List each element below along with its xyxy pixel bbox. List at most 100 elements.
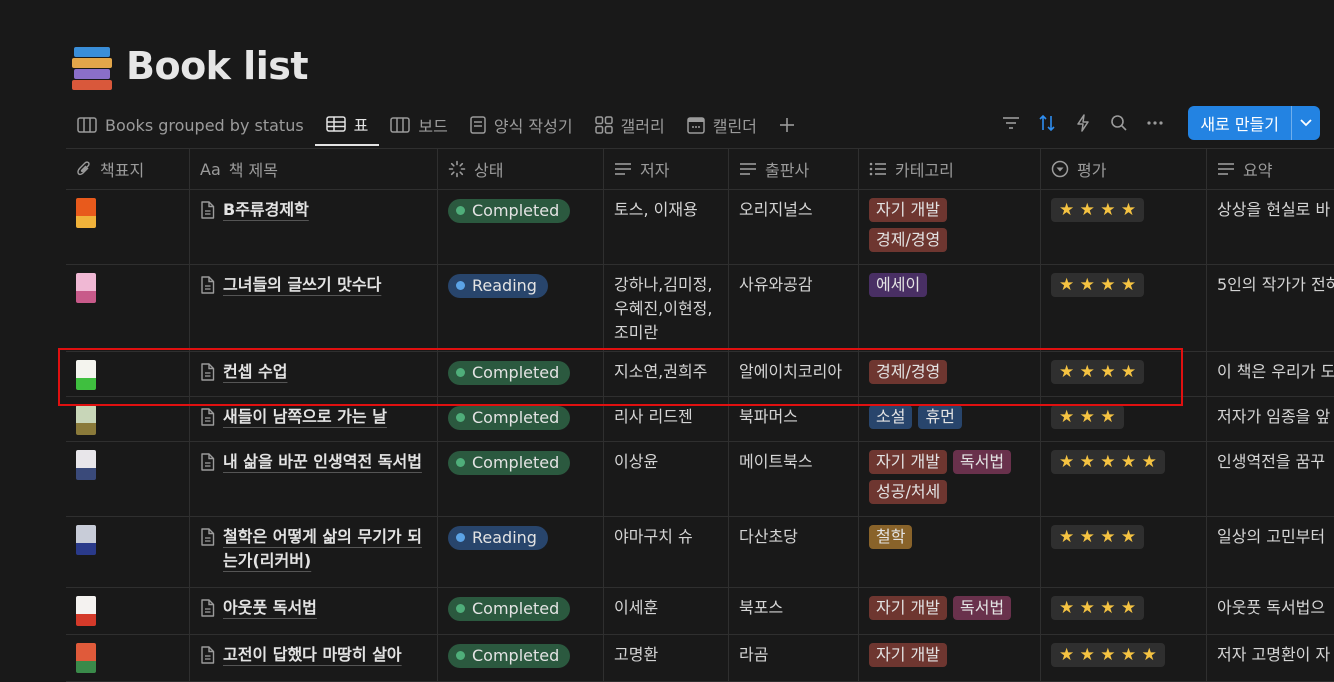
page-title[interactable]: Book list	[126, 44, 309, 88]
rating-cell[interactable]: ★ ★ ★ ★	[1041, 190, 1207, 264]
cover-cell[interactable]	[66, 265, 190, 351]
status-badge[interactable]: Completed	[448, 198, 571, 223]
category-cell[interactable]: 자기 개발 독서법 성공/처세	[859, 442, 1041, 516]
add-view-button[interactable]	[768, 104, 806, 146]
filter-button[interactable]	[1000, 112, 1022, 134]
rating-cell[interactable]: ★ ★ ★ ★	[1041, 588, 1207, 634]
title-cell[interactable]: 아웃풋 독서법	[190, 588, 438, 634]
summary-cell[interactable]: 상상을 현실로 바	[1207, 190, 1334, 264]
category-tag[interactable]: 독서법	[952, 450, 1012, 474]
category-cell[interactable]: 소설 휴먼	[859, 397, 1041, 441]
books-icon[interactable]	[70, 43, 116, 90]
cover-cell[interactable]	[66, 397, 190, 441]
cover-cell[interactable]	[66, 517, 190, 587]
author-cell[interactable]: 이상윤	[604, 442, 729, 516]
rating-cell[interactable]: ★ ★ ★ ★	[1041, 352, 1207, 396]
category-tag[interactable]: 자기 개발	[869, 596, 947, 620]
category-cell[interactable]: 에세이	[859, 265, 1041, 351]
status-cell[interactable]: Completed	[438, 442, 604, 516]
column-header-summary[interactable]: 요약	[1207, 149, 1334, 189]
book-cover-image[interactable]	[76, 405, 96, 435]
summary-cell[interactable]: 저자가 임종을 앞	[1207, 397, 1334, 441]
status-cell[interactable]: Reading	[438, 517, 604, 587]
category-tag[interactable]: 자기 개발	[869, 643, 947, 667]
tab-form[interactable]: 양식 작성기	[459, 104, 584, 146]
publisher-cell[interactable]: 오리지널스	[729, 190, 859, 264]
book-cover-image[interactable]	[76, 643, 96, 673]
sort-button[interactable]	[1036, 112, 1058, 134]
table-row[interactable]: 아웃풋 독서법 Completed 이세훈 북포스 자기 개발 독서법 ★ ★ ★…	[66, 588, 1334, 635]
book-cover-image[interactable]	[76, 360, 96, 390]
title-cell[interactable]: 철학은 어떻게 삶의 무기가 되는가(리커버)	[190, 517, 438, 587]
column-header-publisher[interactable]: 출판사	[729, 149, 859, 189]
category-tag[interactable]: 소설	[869, 405, 913, 429]
publisher-cell[interactable]: 북포스	[729, 588, 859, 634]
category-cell[interactable]: 자기 개발 경제/경영	[859, 190, 1041, 264]
cover-cell[interactable]	[66, 635, 190, 681]
author-cell[interactable]: 강하나,김미정,우혜진,이현정,조미란	[604, 265, 729, 351]
title-cell[interactable]: B주류경제학	[190, 190, 438, 264]
automation-button[interactable]	[1072, 112, 1094, 134]
rating-cell[interactable]: ★ ★ ★ ★ ★	[1041, 442, 1207, 516]
search-button[interactable]	[1108, 112, 1130, 134]
category-cell[interactable]: 자기 개발	[859, 635, 1041, 681]
status-cell[interactable]: Completed	[438, 352, 604, 396]
summary-cell[interactable]: 인생역전을 꿈꾸	[1207, 442, 1334, 516]
publisher-cell[interactable]: 다산초당	[729, 517, 859, 587]
book-cover-image[interactable]	[76, 198, 96, 228]
tab-books-grouped-by-status[interactable]: Books grouped by status	[66, 104, 315, 146]
status-badge[interactable]: Completed	[448, 450, 571, 475]
category-tag[interactable]: 경제/경영	[869, 360, 948, 384]
publisher-cell[interactable]: 북파머스	[729, 397, 859, 441]
column-header-category[interactable]: 카테고리	[859, 149, 1041, 189]
tab-calendar[interactable]: 캘린더	[676, 104, 768, 146]
status-cell[interactable]: Completed	[438, 588, 604, 634]
table-row[interactable]: 그녀들의 글쓰기 맛수다 Reading 강하나,김미정,우혜진,이현정,조미란…	[66, 265, 1334, 352]
author-cell[interactable]: 이세훈	[604, 588, 729, 634]
cover-cell[interactable]	[66, 588, 190, 634]
column-header-cover[interactable]: 책표지	[66, 149, 190, 189]
column-header-title[interactable]: Aa 책 제목	[190, 149, 438, 189]
new-page-button[interactable]: 새로 만들기	[1188, 106, 1291, 140]
rating-cell[interactable]: ★ ★ ★ ★	[1041, 265, 1207, 351]
category-cell[interactable]: 경제/경영	[859, 352, 1041, 396]
status-badge[interactable]: Reading	[448, 525, 548, 550]
category-cell[interactable]: 철학	[859, 517, 1041, 587]
summary-cell[interactable]: 저자 고명환이 자	[1207, 635, 1334, 681]
status-cell[interactable]: Completed	[438, 397, 604, 441]
status-badge[interactable]: Completed	[448, 596, 571, 621]
cover-cell[interactable]	[66, 442, 190, 516]
book-cover-image[interactable]	[76, 273, 96, 303]
status-cell[interactable]: Completed	[438, 635, 604, 681]
tab-table[interactable]: 표	[314, 104, 380, 146]
title-cell[interactable]: 그녀들의 글쓰기 맛수다	[190, 265, 438, 351]
tab-gallery[interactable]: 갤러리	[584, 104, 676, 146]
category-tag[interactable]: 에세이	[869, 273, 928, 297]
author-cell[interactable]: 토스, 이재용	[604, 190, 729, 264]
status-badge[interactable]: Completed	[448, 643, 571, 668]
category-cell[interactable]: 자기 개발 독서법	[859, 588, 1041, 634]
category-tag[interactable]: 성공/처세	[869, 480, 948, 504]
table-row[interactable]: 내 삶을 바꾼 인생역전 독서법 Completed 이상윤 메이트북스 자기 …	[66, 442, 1334, 517]
status-badge[interactable]: Completed	[448, 405, 571, 430]
publisher-cell[interactable]: 메이트북스	[729, 442, 859, 516]
category-tag[interactable]: 휴먼	[918, 405, 962, 429]
summary-cell[interactable]: 아웃풋 독서법으	[1207, 588, 1334, 634]
table-row[interactable]: 새들이 남쪽으로 가는 날 Completed 리사 리드젠 북파머스 소설 휴먼…	[66, 397, 1334, 442]
rating-cell[interactable]: ★ ★ ★ ★ ★	[1041, 635, 1207, 681]
column-header-status[interactable]: 상태	[438, 149, 604, 189]
summary-cell[interactable]: 일상의 고민부터	[1207, 517, 1334, 587]
status-badge[interactable]: Completed	[448, 360, 571, 385]
title-cell[interactable]: 내 삶을 바꾼 인생역전 독서법	[190, 442, 438, 516]
more-options-button[interactable]	[1144, 112, 1166, 134]
column-header-author[interactable]: 저자	[604, 149, 729, 189]
table-row[interactable]: 컨셉 수업 Completed 지소연,권희주 알에이치코리아 경제/경영 ★ …	[66, 352, 1334, 397]
book-cover-image[interactable]	[76, 596, 96, 626]
table-row[interactable]: 고전이 답했다 마땅히 살아 Completed 고명환 라곰 자기 개발 ★ …	[66, 635, 1334, 682]
author-cell[interactable]: 리사 리드젠	[604, 397, 729, 441]
author-cell[interactable]: 고명환	[604, 635, 729, 681]
author-cell[interactable]: 야마구치 슈	[604, 517, 729, 587]
status-cell[interactable]: Completed	[438, 190, 604, 264]
category-tag[interactable]: 독서법	[952, 596, 1012, 620]
title-cell[interactable]: 새들이 남쪽으로 가는 날	[190, 397, 438, 441]
